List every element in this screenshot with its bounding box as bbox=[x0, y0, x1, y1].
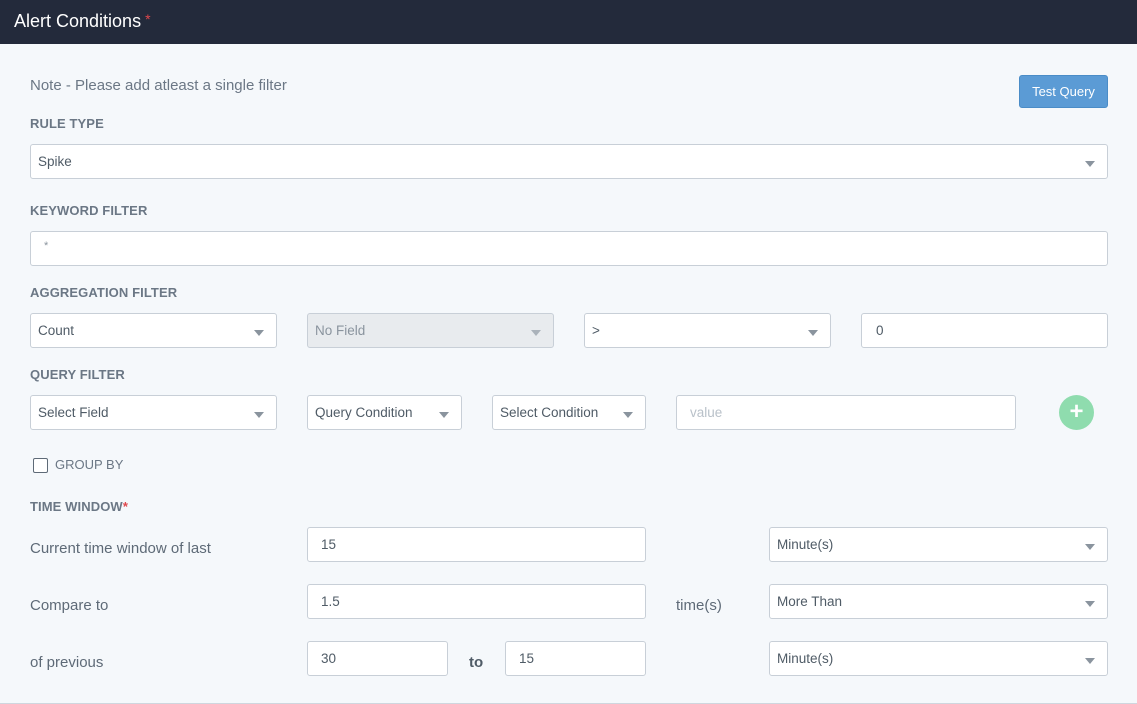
header-title: Alert Conditions bbox=[14, 11, 142, 31]
previous-to-input[interactable]: 15 bbox=[505, 641, 646, 676]
time-window-title: TIME WINDOW bbox=[30, 499, 123, 514]
required-mark: * bbox=[145, 11, 151, 27]
plus-icon: + bbox=[1069, 398, 1084, 425]
times-label: time(s) bbox=[676, 597, 722, 614]
previous-unit-select[interactable]: Minute(s) bbox=[769, 641, 1108, 676]
aggregation-operator-value: > bbox=[592, 323, 600, 338]
select-condition-value: Select Condition bbox=[500, 405, 599, 420]
group-by-checkbox[interactable] bbox=[33, 458, 48, 473]
current-window-input[interactable]: 15 bbox=[307, 527, 646, 562]
chevron-down-icon bbox=[1085, 161, 1095, 167]
chevron-down-icon bbox=[1085, 544, 1095, 550]
chevron-down-icon bbox=[254, 330, 264, 336]
add-filter-button[interactable]: + bbox=[1059, 395, 1094, 430]
compare-value-input[interactable]: 1.5 bbox=[307, 584, 646, 619]
chevron-down-icon bbox=[254, 412, 264, 418]
query-value-input[interactable]: value bbox=[676, 395, 1016, 430]
required-mark: * bbox=[122, 499, 128, 514]
compare-mode-value: More Than bbox=[777, 594, 843, 609]
aggregation-field-value: No Field bbox=[315, 323, 366, 338]
compare-to-label: Compare to bbox=[30, 597, 109, 614]
rule-type-label: RULE TYPE bbox=[30, 116, 104, 131]
aggregation-function-select[interactable]: Count bbox=[30, 313, 277, 348]
test-query-button[interactable]: Test Query bbox=[1019, 75, 1108, 108]
alert-conditions-panel: Note - Please add atleast a single filte… bbox=[0, 44, 1137, 704]
group-by-label: GROUP BY bbox=[55, 457, 124, 472]
time-window-label: TIME WINDOW* bbox=[30, 499, 128, 514]
aggregation-function-value: Count bbox=[38, 323, 75, 338]
query-condition-value: Query Condition bbox=[315, 405, 413, 420]
chevron-down-icon bbox=[808, 330, 818, 336]
chevron-down-icon bbox=[439, 412, 449, 418]
aggregation-filter-label: AGGREGATION FILTER bbox=[30, 285, 178, 300]
chevron-down-icon bbox=[1085, 658, 1095, 664]
keyword-filter-input[interactable]: * bbox=[30, 231, 1108, 266]
previous-unit-value: Minute(s) bbox=[777, 651, 834, 666]
query-filter-label: QUERY FILTER bbox=[30, 367, 125, 382]
alert-conditions-header: Alert Conditions * bbox=[0, 0, 1137, 44]
chevron-down-icon bbox=[531, 330, 541, 336]
compare-mode-select[interactable]: More Than bbox=[769, 584, 1108, 619]
query-field-placeholder: Select Field bbox=[38, 405, 109, 420]
select-condition-select[interactable]: Select Condition bbox=[492, 395, 646, 430]
query-field-select[interactable]: Select Field bbox=[30, 395, 277, 430]
chevron-down-icon bbox=[1085, 601, 1095, 607]
aggregation-field-select: No Field bbox=[307, 313, 554, 348]
keyword-filter-label: KEYWORD FILTER bbox=[30, 203, 148, 218]
filter-note: Note - Please add atleast a single filte… bbox=[30, 77, 287, 94]
rule-type-select[interactable]: Spike bbox=[30, 144, 1108, 179]
current-window-label: Current time window of last bbox=[30, 540, 211, 557]
current-window-unit-select[interactable]: Minute(s) bbox=[769, 527, 1108, 562]
current-window-unit-value: Minute(s) bbox=[777, 537, 834, 552]
of-previous-label: of previous bbox=[30, 654, 104, 671]
rule-type-value: Spike bbox=[38, 154, 72, 169]
query-condition-select[interactable]: Query Condition bbox=[307, 395, 462, 430]
aggregation-value-input[interactable]: 0 bbox=[861, 313, 1108, 348]
previous-from-input[interactable]: 30 bbox=[307, 641, 448, 676]
chevron-down-icon bbox=[623, 412, 633, 418]
to-label: to bbox=[469, 654, 484, 671]
aggregation-operator-select[interactable]: > bbox=[584, 313, 831, 348]
